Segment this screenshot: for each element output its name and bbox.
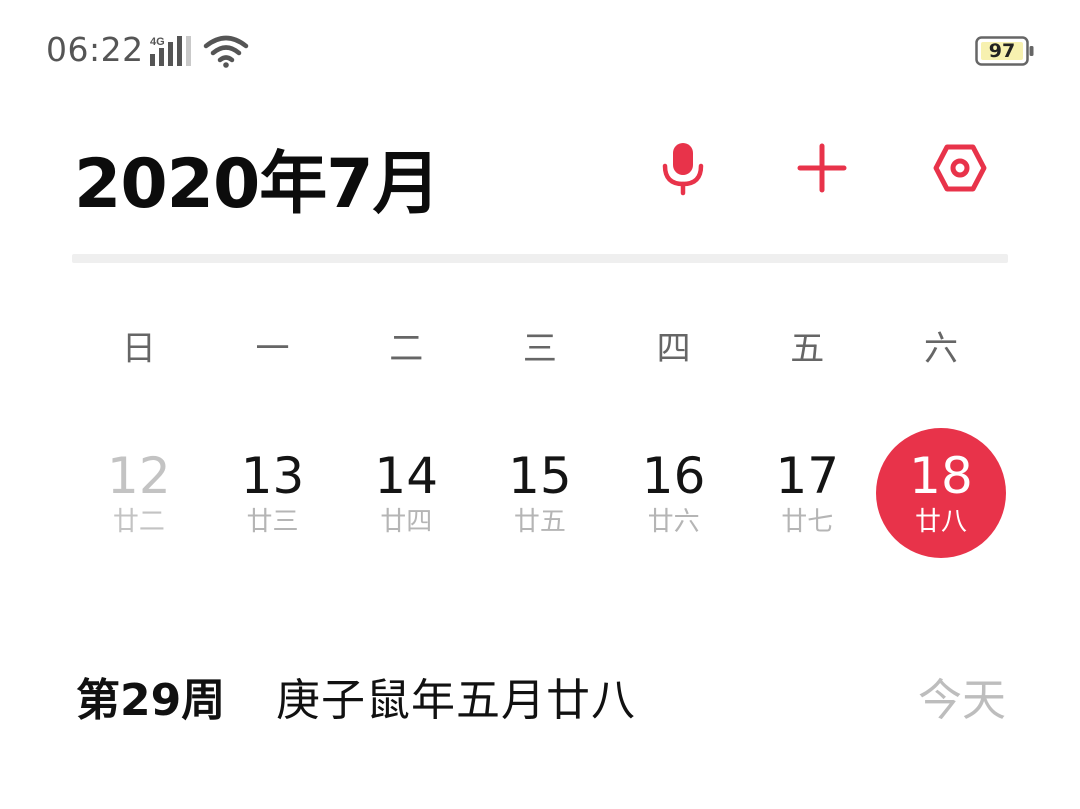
status-time: 06:22 [46, 30, 144, 69]
weekday-sat: 六 [923, 329, 958, 369]
voice-input-button[interactable] [650, 135, 716, 201]
plus-icon [797, 143, 847, 193]
day-number: 12 [107, 447, 171, 505]
day-number: 15 [508, 447, 572, 505]
day-cell-12[interactable]: 12 廿二 [72, 428, 206, 564]
add-event-button[interactable] [789, 135, 855, 201]
weekday-mon: 一 [255, 329, 290, 369]
day-cell-18-selected[interactable]: 18 廿八 [874, 428, 1008, 564]
day-lunar: 廿五 [513, 507, 566, 537]
day-number: 18 [909, 447, 973, 505]
day-cell-16[interactable]: 16 廿六 [607, 428, 741, 564]
status-bar: 06:22 4G 97 [0, 0, 1080, 100]
day-number: 17 [775, 447, 840, 505]
day-lunar: 廿三 [246, 507, 299, 537]
day-cell-15[interactable]: 15 廿五 [473, 428, 607, 564]
day-lunar: 廿六 [647, 507, 700, 537]
weekday-tue: 二 [389, 329, 424, 369]
weekday-thu: 四 [656, 329, 691, 369]
day-number: 13 [240, 447, 305, 505]
month-title[interactable]: 2020年7月 [74, 128, 441, 227]
day-lunar: 廿二 [112, 507, 165, 537]
weekday-wed: 三 [522, 329, 557, 369]
cellular-signal-icon: 4G [150, 36, 191, 66]
header-divider [72, 254, 1008, 263]
battery-level: 97 [988, 40, 1016, 62]
day-cell-17[interactable]: 17 廿七 [740, 428, 874, 564]
weekday-sun: 日 [121, 329, 156, 369]
microphone-icon [662, 143, 704, 196]
today-button[interactable]: 今天 [918, 664, 1006, 728]
day-lunar: 廿八 [914, 507, 967, 537]
network-type-label: 4G [150, 36, 165, 48]
day-lunar: 廿四 [380, 507, 433, 537]
wifi-icon [203, 35, 249, 68]
day-number: 14 [374, 447, 439, 505]
hexagon-settings-icon [933, 144, 987, 192]
day-cell-14[interactable]: 14 廿四 [339, 428, 473, 564]
weekday-fri: 五 [790, 329, 825, 369]
day-lunar: 廿七 [781, 507, 834, 537]
week-days-row: 12 廿二 13 廿三 14 廿四 15 廿五 16 廿六 17 廿七 18 廿… [72, 428, 1008, 564]
weekday-header: 日 一 二 三 四 五 六 [72, 322, 1008, 376]
day-cell-13[interactable]: 13 廿三 [206, 428, 340, 564]
settings-button[interactable] [927, 135, 993, 201]
week-number: 第29周 [76, 675, 226, 726]
lunar-date: 庚子鼠年五月廿八 [276, 675, 636, 726]
day-number: 16 [641, 447, 706, 505]
